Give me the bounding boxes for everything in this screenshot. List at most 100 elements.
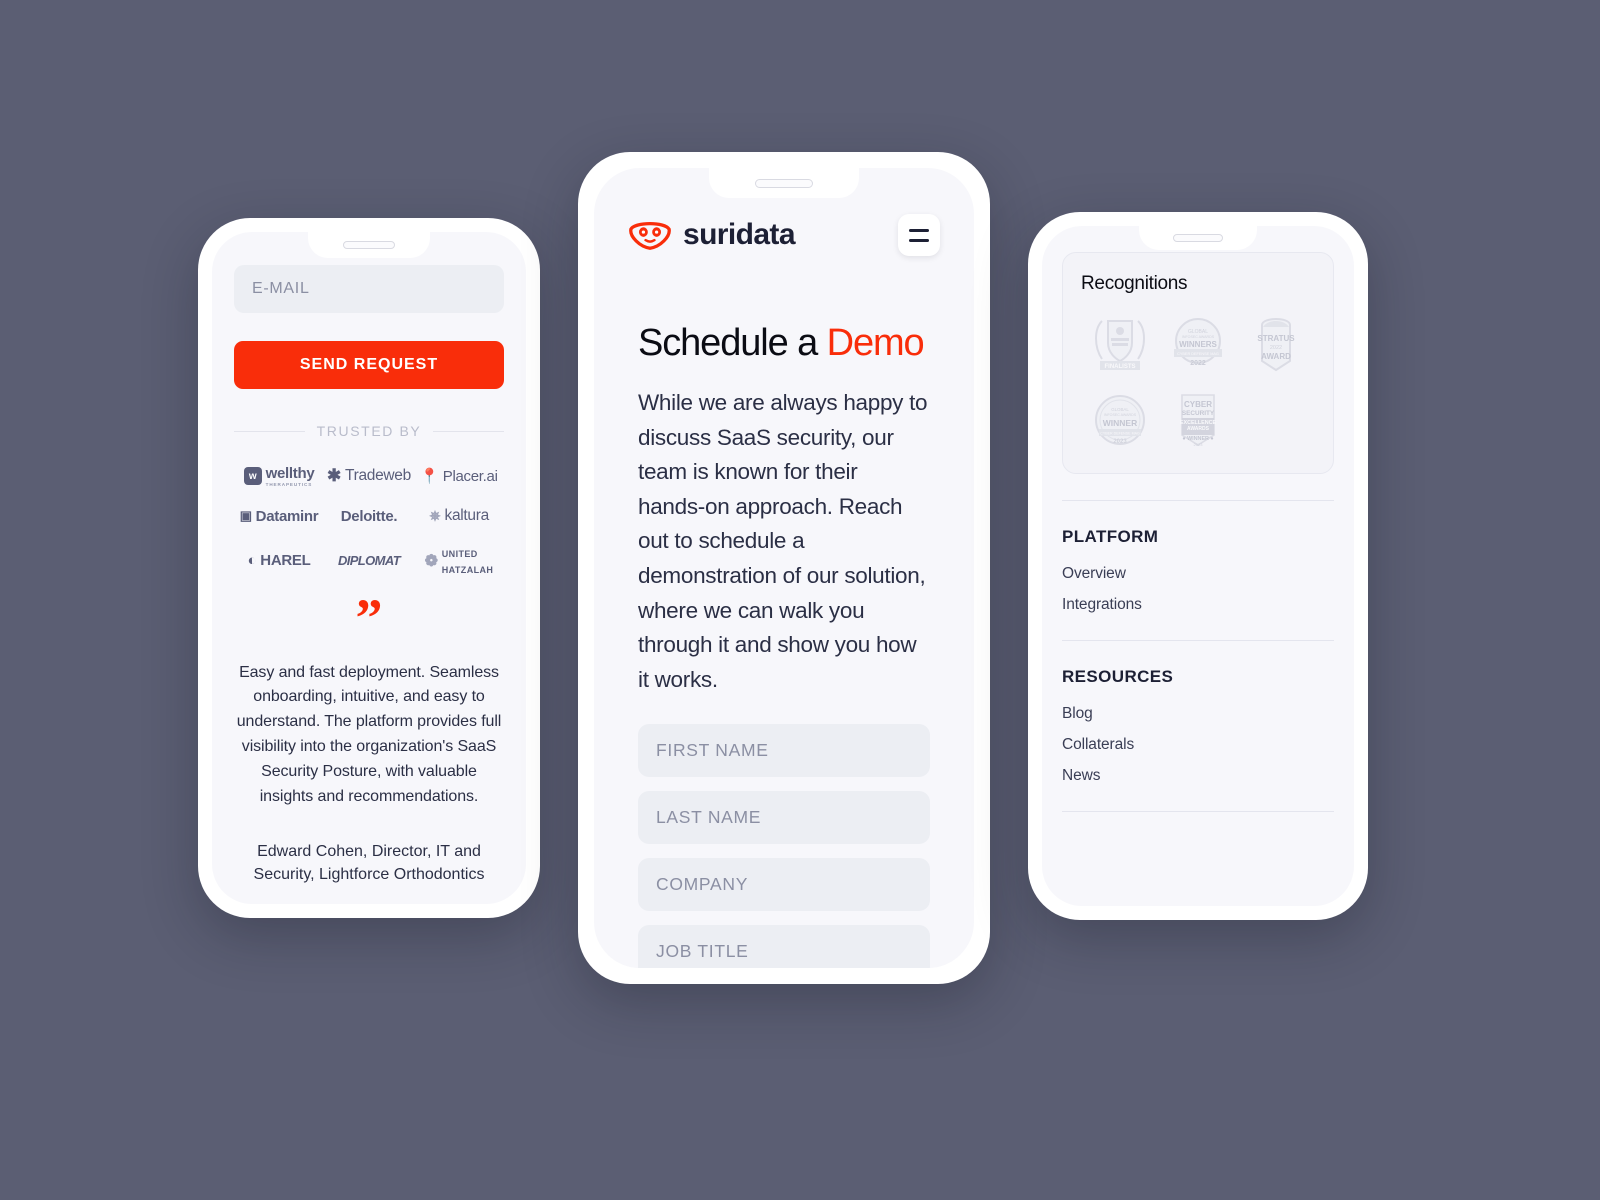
award-badge-grid: FINALISTS GLOBAL INFOSEC AWARDS WINNERS …: [1081, 313, 1315, 451]
footer-heading-platform: PLATFORM: [1062, 527, 1159, 546]
phone-center-device: suridata Schedule a Demo While we are al…: [578, 152, 990, 984]
left-phone-content: E-MAIL SEND REQUEST TRUSTED BY w wellthy…: [212, 265, 526, 904]
logo-label: kaltura: [444, 507, 490, 524]
phone-left-screen: E-MAIL SEND REQUEST TRUSTED BY w wellthy…: [212, 232, 526, 904]
svg-text:2022: 2022: [1270, 345, 1282, 351]
global-infosec-awards-winners-2022-badge-icon: GLOBAL INFOSEC AWARDS WINNERS CYBER DEFE…: [1174, 318, 1222, 367]
speaker-grille: [343, 241, 395, 249]
phone-right-device: Recognitions FINALISTS GLOBAL INFOSEC AW…: [1028, 212, 1368, 920]
harel-swirl-icon: ◐: [247, 552, 257, 570]
phone-center-notch: [709, 168, 859, 198]
svg-text:2023: 2023: [1113, 439, 1127, 445]
testimonial-attribution: Edward Cohen, Director, IT and Security,…: [253, 843, 485, 884]
logo-label: UNITED: [441, 549, 478, 559]
brand-logo[interactable]: suridata: [628, 218, 796, 252]
logo-sublabel: THERAPEUTICS: [265, 482, 313, 487]
logo-deloitte: Deloitte.: [340, 507, 398, 525]
logo-label: Tradeweb: [345, 467, 411, 484]
svg-text:2022: 2022: [1190, 360, 1206, 367]
wellthy-mark-icon: w: [243, 467, 262, 485]
logo-label: Placer.ai: [442, 467, 498, 485]
logo-label: HAREL: [260, 552, 311, 570]
divider-line-left: [234, 430, 305, 432]
schedule-demo-card: Schedule a Demo While we are always happ…: [608, 290, 960, 968]
speaker-grille: [1173, 234, 1223, 242]
brand-name: suridata: [683, 218, 796, 251]
site-header: suridata: [608, 194, 960, 276]
logo-placer-ai: 📍 Placer.ai: [420, 467, 498, 486]
trusted-by-divider: TRUSTED BY: [234, 423, 504, 439]
menu-line-2: [909, 238, 929, 242]
send-request-button-left[interactable]: SEND REQUEST: [234, 341, 504, 389]
logo-label: wellthy: [265, 465, 315, 482]
page-title-accent: Demo: [826, 322, 925, 364]
svg-text:FINALISTS: FINALISTS: [1105, 364, 1136, 370]
kaltura-burst-icon: ✵: [429, 507, 441, 524]
cyber-security-excellence-awards-winner-2023-badge-icon: CYBER SECURITY EXCELLENCE AWARDS ● WINNE…: [1180, 394, 1217, 447]
logo-wellthy: w wellthy THERAPEUTICS: [243, 465, 315, 487]
right-phone-content: Recognitions FINALISTS GLOBAL INFOSEC AW…: [1042, 226, 1354, 812]
svg-text:GLOBAL: GLOBAL: [1111, 407, 1129, 412]
logo-label: Dataminr: [255, 507, 319, 525]
logo-united-hatzalah: ❁ UNITED HATZALAH: [425, 545, 494, 577]
svg-text:WINNER: WINNER: [1103, 418, 1137, 428]
company-input[interactable]: COMPANY: [638, 857, 930, 911]
svg-text:AWARD: AWARD: [1261, 352, 1291, 361]
speaker-grille: [755, 178, 813, 188]
svg-text:CYBER DEFENSE MAG: CYBER DEFENSE MAG: [1100, 432, 1140, 436]
phone-right-screen: Recognitions FINALISTS GLOBAL INFOSEC AW…: [1042, 226, 1354, 906]
logo-kaltura: ✵ kaltura: [429, 507, 489, 525]
svg-text:CYBER: CYBER: [1184, 400, 1212, 409]
phone-left-device: E-MAIL SEND REQUEST TRUSTED BY w wellthy…: [198, 218, 540, 918]
footer-link-collaterals[interactable]: Collaterals: [1062, 736, 1334, 754]
logo-harel: ◐ HAREL: [248, 552, 311, 569]
svg-text:INFOSEC AWARDS: INFOSEC AWARDS: [1104, 413, 1137, 417]
quotation-mark-icon: ”: [355, 587, 383, 648]
svg-text:STRATUS: STRATUS: [1257, 334, 1295, 343]
logo-label: DIPLOMAT: [337, 553, 401, 569]
trusted-by-label: TRUSTED BY: [316, 423, 422, 439]
svg-text:WINNERS: WINNERS: [1179, 340, 1217, 349]
logo-diplomat: DIPLOMAT: [337, 553, 401, 569]
page-title: Schedule a Demo: [638, 322, 930, 364]
dataminr-mark-icon: ▣: [239, 508, 252, 523]
phone-center-screen: suridata Schedule a Demo While we are al…: [594, 168, 974, 968]
tradeweb-burst-icon: ✱: [327, 466, 341, 485]
phone-left-notch: [308, 232, 430, 258]
footer-heading-resources: RESOURCES: [1062, 667, 1174, 686]
testimonial-quote: Easy and fast deployment. Seamless onboa…: [236, 663, 502, 806]
stratus-award-2022-badge-icon: STRATUS 2022 AWARD: [1257, 318, 1295, 372]
job-title-input[interactable]: JOB TITLE: [638, 924, 930, 968]
svg-text:2023: 2023: [1194, 442, 1204, 447]
suridata-face-logo-icon: [629, 221, 671, 250]
logo-sublabel: HATZALAH: [441, 564, 494, 575]
hatzalah-flower-icon: ❁: [424, 552, 438, 570]
page-title-plain: Schedule a: [638, 322, 827, 364]
footer-divider-1: [1062, 500, 1334, 501]
placer-pin-icon: 📍: [420, 468, 439, 485]
last-name-input[interactable]: LAST NAME: [638, 790, 930, 844]
divider-line-right: [433, 430, 504, 432]
svg-text:SECURITY: SECURITY: [1182, 410, 1215, 417]
sans-black-hat-awards-finalists-badge-icon: FINALISTS: [1095, 320, 1145, 370]
hero-description: While we are always happy to discuss Saa…: [638, 389, 928, 693]
email-input-left[interactable]: E-MAIL: [234, 265, 504, 313]
footer-divider-3: [1062, 811, 1334, 812]
logo-dataminr: ▣ Dataminr: [240, 508, 319, 525]
footer-link-blog[interactable]: Blog: [1062, 705, 1334, 723]
customer-logo-grid: w wellthy THERAPEUTICS ✱ Tradeweb 📍 Plac…: [234, 465, 504, 577]
logo-tradeweb: ✱ Tradeweb: [327, 466, 411, 486]
menu-line-1: [909, 228, 929, 232]
recognitions-title: Recognitions: [1081, 273, 1188, 294]
footer-link-news[interactable]: News: [1062, 767, 1334, 785]
hamburger-menu-icon[interactable]: [898, 214, 940, 256]
svg-text:AWARDS: AWARDS: [1187, 426, 1210, 432]
footer-link-overview[interactable]: Overview: [1062, 565, 1334, 583]
footer-divider-2: [1062, 640, 1334, 641]
logo-label: Deloitte.: [340, 507, 398, 525]
svg-text:INFOSEC AWARDS: INFOSEC AWARDS: [1182, 335, 1215, 339]
footer-link-integrations[interactable]: Integrations: [1062, 596, 1334, 614]
recognitions-card: Recognitions FINALISTS GLOBAL INFOSEC AW…: [1062, 252, 1334, 474]
global-infosec-awards-winner-2023-badge-icon: GLOBAL INFOSEC AWARDS WINNER CYBER DEFEN…: [1095, 395, 1145, 445]
first-name-input[interactable]: FIRST NAME: [638, 723, 930, 777]
